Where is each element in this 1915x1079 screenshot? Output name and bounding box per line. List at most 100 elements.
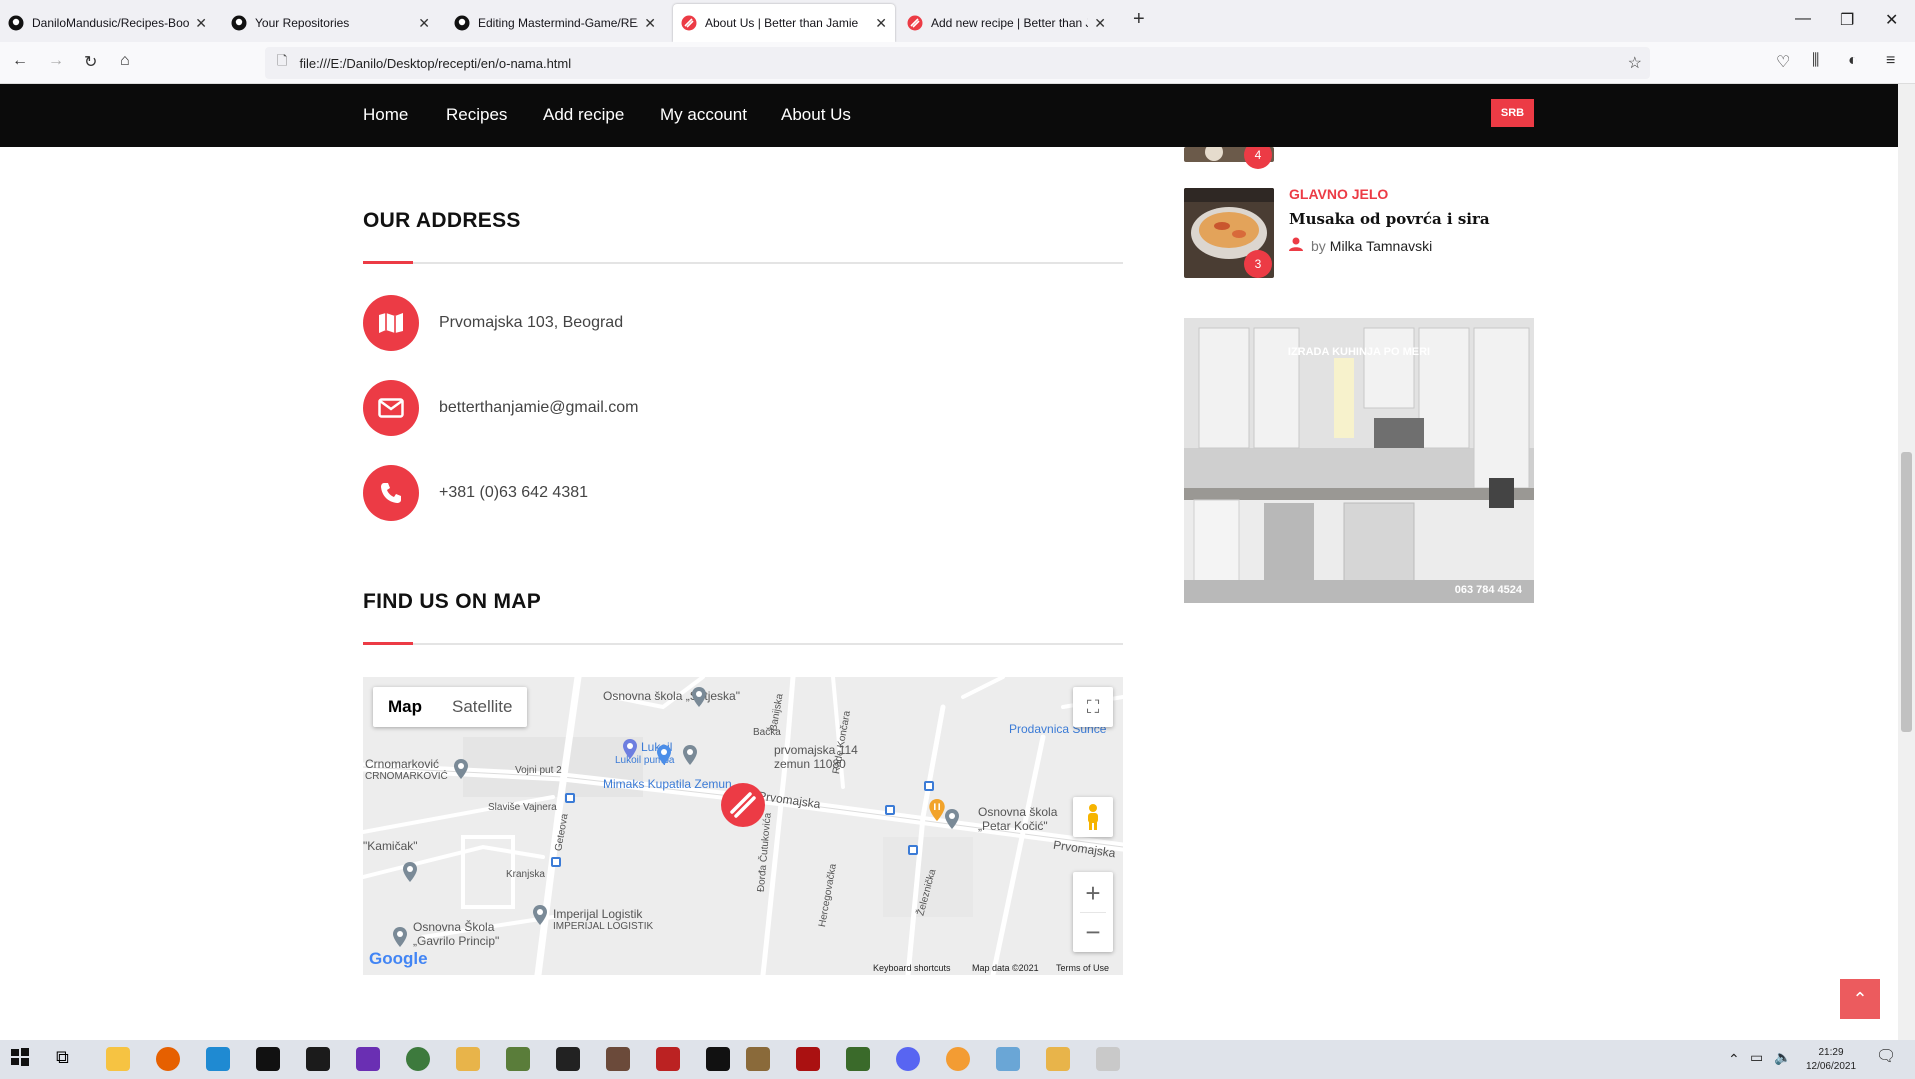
close-tab-icon[interactable]: ✕: [875, 15, 887, 32]
network-icon[interactable]: ▭: [1750, 1050, 1763, 1064]
paint-icon[interactable]: [1096, 1047, 1120, 1071]
clock[interactable]: 21:29 12/06/2021: [1796, 1046, 1866, 1074]
app-icon[interactable]: [946, 1047, 970, 1071]
map-pin-icon[interactable]: [692, 687, 706, 712]
library-icon[interactable]: ⫼: [1812, 52, 1819, 70]
map-label: CRNOMARKOVIĆ: [365, 771, 448, 782]
close-tab-icon[interactable]: ✕: [195, 15, 207, 32]
tab-title: DaniloMandusic/Recipes-Book: [32, 16, 190, 30]
recipe-category[interactable]: GLAVNO JELO: [1289, 186, 1388, 202]
zoom-out-icon[interactable]: −: [1085, 913, 1100, 951]
bus-stop-icon[interactable]: [565, 793, 575, 803]
sketch-icon[interactable]: [456, 1047, 480, 1071]
new-tab-icon[interactable]: +: [1133, 8, 1145, 31]
map-pin-icon[interactable]: [683, 745, 697, 770]
keyboard-shortcuts-link[interactable]: Keyboard shortcuts: [873, 963, 951, 973]
notifications-icon[interactable]: 🗨: [1876, 1049, 1896, 1065]
by-label: by: [1311, 237, 1326, 254]
bus-stop-icon[interactable]: [885, 805, 895, 815]
nav-add-recipe[interactable]: Add recipe: [543, 105, 624, 125]
url-bar[interactable]: 🗋 file:///E:/Danilo/Desktop/recepti/en/o…: [265, 47, 1650, 79]
pegman-icon[interactable]: [1073, 797, 1113, 837]
fullscreen-icon[interactable]: ⛶: [1073, 687, 1113, 727]
app-icon[interactable]: [996, 1047, 1020, 1071]
close-window-icon[interactable]: ✕: [1885, 10, 1898, 30]
nav-recipes[interactable]: Recipes: [446, 105, 507, 125]
game-icon[interactable]: [606, 1047, 630, 1071]
home-icon[interactable]: ⌂: [120, 52, 130, 70]
map-pin-icon[interactable]: [533, 905, 547, 930]
phpstorm-icon[interactable]: [356, 1047, 380, 1071]
terms-link[interactable]: Terms of Use: [1056, 963, 1109, 973]
account-icon[interactable]: ◐: [1848, 52, 1858, 70]
firefox-icon[interactable]: [156, 1047, 180, 1071]
tab-recipes-book[interactable]: DaniloMandusic/Recipes-Book ✕: [0, 4, 215, 42]
game-icon[interactable]: [746, 1047, 770, 1071]
game-icon[interactable]: [796, 1047, 820, 1071]
map-type-map-button[interactable]: Map: [373, 687, 437, 727]
page-scrollbar[interactable]: [1898, 84, 1915, 1040]
volume-icon[interactable]: 🔈: [1774, 1050, 1791, 1064]
reload-icon[interactable]: ↻: [84, 52, 97, 72]
close-tab-icon[interactable]: ✕: [644, 15, 656, 32]
map-label: Osnovna škola: [978, 805, 1058, 819]
file-explorer-icon[interactable]: [106, 1047, 130, 1071]
forward-icon[interactable]: →: [48, 52, 64, 70]
minimize-icon[interactable]: —: [1795, 10, 1811, 28]
restore-icon[interactable]: ❐: [1840, 10, 1854, 30]
url-text: file:///E:/Danilo/Desktop/recepti/en/o-n…: [299, 55, 572, 71]
section-divider: [363, 642, 1123, 645]
google-map[interactable]: Osnovna škola „Sutjeska" Bačka Lukoil Lu…: [363, 677, 1123, 975]
location-marker-icon[interactable]: [720, 782, 766, 833]
recipe-title[interactable]: Musaka od povrća i sira: [1289, 210, 1490, 228]
email-text[interactable]: betterthanjamie@gmail.com: [439, 399, 638, 417]
map-type-satellite-button[interactable]: Satellite: [437, 687, 527, 727]
author-name[interactable]: Milka Tamnavski: [1330, 238, 1432, 254]
gta-icon[interactable]: [846, 1047, 870, 1071]
bus-stop-icon[interactable]: [908, 845, 918, 855]
tab-title: About Us | Better than Jamie: [705, 16, 859, 30]
task-view-icon[interactable]: ⧉: [56, 1047, 80, 1071]
menu-icon[interactable]: ≡: [1886, 52, 1895, 70]
shop-pin-icon[interactable]: [657, 745, 671, 770]
zoom-in-icon[interactable]: +: [1085, 874, 1100, 912]
sketch-icon[interactable]: [1046, 1047, 1070, 1071]
gas-station-pin-icon[interactable]: [623, 739, 637, 764]
school-pin-icon[interactable]: [403, 862, 417, 887]
tab-your-repositories[interactable]: Your Repositories ✕: [223, 4, 438, 42]
scroll-to-top-button[interactable]: ⌃: [1840, 979, 1880, 1019]
close-tab-icon[interactable]: ✕: [1094, 15, 1106, 32]
restaurant-pin-icon[interactable]: [929, 799, 945, 826]
map-pin-icon[interactable]: [454, 759, 468, 784]
nav-my-account[interactable]: My account: [660, 105, 747, 125]
intellij-icon[interactable]: [256, 1047, 280, 1071]
back-icon[interactable]: ←: [12, 52, 28, 70]
bus-stop-icon[interactable]: [924, 781, 934, 791]
school-pin-icon[interactable]: [945, 809, 959, 834]
bookmark-star-icon[interactable]: ☆: [1628, 53, 1642, 73]
pycharm-icon[interactable]: [306, 1047, 330, 1071]
tab-add-new-recipe[interactable]: Add new recipe | Better than Ja ✕: [899, 4, 1114, 42]
apex-icon[interactable]: [656, 1047, 680, 1071]
phone-text[interactable]: +381 (0)63 642 4381: [439, 484, 588, 502]
vscode-icon[interactable]: [206, 1047, 230, 1071]
modern-warfare-icon[interactable]: [706, 1047, 730, 1071]
map-type-control: Map Satellite: [373, 687, 528, 727]
nav-about-us[interactable]: About Us: [781, 105, 851, 125]
tab-about-us[interactable]: About Us | Better than Jamie ✕: [673, 4, 895, 42]
start-icon[interactable]: [10, 1047, 34, 1071]
tray-chevron-icon[interactable]: ⌃: [1728, 1052, 1740, 1066]
language-button[interactable]: SRB: [1491, 99, 1534, 127]
discord-icon[interactable]: [896, 1047, 920, 1071]
minecraft-icon[interactable]: [506, 1047, 530, 1071]
nav-home[interactable]: Home: [363, 105, 408, 125]
close-tab-icon[interactable]: ✕: [418, 15, 430, 32]
tab-editing-mastermind[interactable]: Editing Mastermind-Game/REA ✕: [446, 4, 664, 42]
bus-stop-icon[interactable]: [551, 857, 561, 867]
game-icon[interactable]: [556, 1047, 580, 1071]
android-studio-icon[interactable]: [406, 1047, 430, 1071]
map-data-text: Map data ©2021: [972, 963, 1039, 973]
pocket-icon[interactable]: ♡: [1776, 52, 1790, 72]
kitchen-ad-banner[interactable]: IZRADA KUHINJA PO MERI 063 784 4524: [1184, 318, 1534, 603]
site-logo-icon: [681, 15, 697, 31]
